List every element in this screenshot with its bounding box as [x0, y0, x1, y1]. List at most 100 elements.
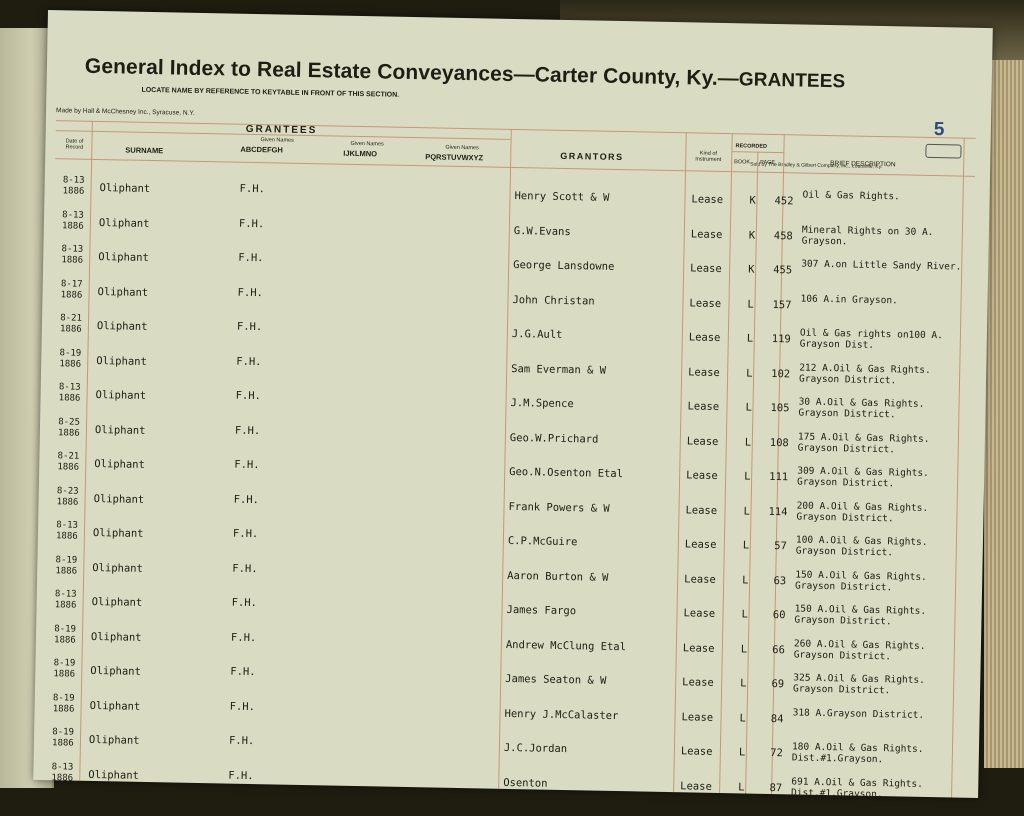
grantee-surname: Oliphant — [90, 630, 142, 644]
record-book: L — [746, 366, 753, 380]
grantor-name: John Christan — [512, 293, 595, 308]
grantee-given-names: F.H. — [239, 182, 266, 196]
brief-description: Oil & Gas Rights. — [802, 189, 900, 203]
grantor-name: Geo.N.Osenton Etal — [509, 465, 624, 481]
header-page: PAGE — [760, 159, 776, 166]
record-page: 452 — [774, 194, 794, 208]
grantee-surname: Oliphant — [94, 423, 146, 437]
grantee-given-names: F.H. — [238, 217, 265, 230]
record-book: L — [746, 332, 754, 345]
grantee-given-names: F.H. — [237, 286, 264, 299]
record-page: 63 — [773, 574, 787, 587]
grantee-given-names: F.H. — [232, 527, 259, 541]
grantee-given-names: F.H. — [234, 424, 261, 437]
grantee-surname: Oliphant — [90, 664, 142, 678]
brief-description: 212 A.Oil & Gas Rights. Grayson District… — [798, 361, 931, 386]
record-date: 8-21 1886 — [59, 313, 83, 335]
grantor-name: J.M.Spence — [510, 396, 574, 411]
brief-description: 175 A.Oil & Gas Rights. Grayson District… — [797, 430, 930, 455]
header-rule-top — [55, 120, 976, 139]
record-book: K — [748, 228, 756, 242]
grantee-surname: Oliphant — [98, 251, 149, 264]
record-date: 8-13 1886 — [58, 382, 81, 404]
header-given-3: PQRSTUVWXYZ — [425, 152, 484, 163]
header-book: BOOK — [734, 159, 751, 166]
instrument-kind: Lease — [688, 331, 721, 344]
grantee-given-names: F.H. — [228, 734, 255, 748]
grantor-name: J.C.Jordan — [503, 741, 568, 756]
grantee-surname: Oliphant — [93, 492, 145, 506]
instrument-kind: Lease — [681, 710, 714, 724]
grantee-given-names: F.H. — [230, 665, 256, 679]
grantee-surname: Oliphant — [89, 699, 141, 713]
instrument-kind: Lease — [689, 296, 722, 310]
instrument-kind: Lease — [682, 676, 714, 689]
record-date: 8-13 1886 — [54, 589, 77, 611]
instrument-kind: Lease — [688, 365, 720, 379]
title-main: General Index to Real Estate Conveyances… — [84, 54, 740, 91]
grantee-given-names: F.H. — [234, 458, 260, 472]
record-book: L — [744, 470, 751, 483]
record-page: 114 — [768, 505, 788, 518]
record-date: 8-19 1886 — [53, 623, 77, 646]
grantee-surname: Oliphant — [91, 595, 143, 609]
instrument-kind: Lease — [684, 538, 717, 551]
grantor-name: Geo.W.Prichard — [509, 431, 599, 446]
record-page: 69 — [771, 678, 785, 691]
header-given-3-label: Given Names — [445, 144, 479, 152]
grantee-surname: Oliphant — [94, 457, 145, 471]
grantor-name: Osenton — [503, 776, 548, 790]
header-given-2-label: Given Names — [350, 140, 384, 148]
record-page: 84 — [770, 712, 784, 725]
record-date: 8-21 1886 — [57, 451, 80, 473]
grantor-name: G.W.Evans — [513, 224, 571, 238]
instrument-kind: Lease — [683, 607, 716, 620]
instrument-kind: Lease — [686, 469, 718, 482]
brief-description: Oil & Gas rights on100 A. Grayson Dist. — [799, 327, 944, 351]
brief-description: 260 A.Oil & Gas Rights. Grayson District… — [793, 637, 926, 662]
header-given-1: ABCDEFGH — [240, 144, 283, 155]
instrument-kind: Lease — [690, 262, 722, 275]
grantor-name: Aaron Burton & W — [507, 569, 609, 584]
record-page: 72 — [770, 747, 783, 760]
grantee-given-names: F.H. — [229, 700, 256, 713]
record-page: 66 — [772, 643, 785, 656]
grantee-given-names: F.H. — [232, 562, 258, 575]
record-book: L — [741, 608, 748, 621]
grantor-name: Frank Powers & W — [508, 500, 610, 515]
grantee-surname: Oliphant — [88, 768, 140, 782]
grantee-given-names: F.H. — [231, 596, 258, 610]
grantor-name: Henry J.McCalaster — [504, 707, 619, 722]
header-given-2: IJKLMNO — [343, 148, 378, 159]
brief-description: 30 A.Oil & Gas Rights. Grayson District. — [798, 396, 925, 421]
brief-description: 318 A.Grayson District. — [792, 706, 925, 721]
record-page: 108 — [769, 436, 789, 449]
record-page: 87 — [769, 781, 783, 794]
grantor-name: James Fargo — [506, 603, 577, 618]
brief-description: 307 A.on Little Sandy River. — [801, 258, 962, 273]
record-page: 105 — [770, 401, 790, 415]
record-book: L — [740, 677, 747, 690]
grantor-name: George Lansdowne — [513, 258, 615, 273]
record-book: L — [742, 539, 750, 552]
record-date: 8-23 1886 — [56, 485, 79, 508]
record-page: 60 — [772, 609, 786, 622]
brief-description: 106 A.in Grayson. — [800, 293, 898, 306]
record-book: L — [742, 573, 749, 587]
header-recorded: RECORDED — [735, 143, 768, 150]
record-book: L — [744, 435, 752, 449]
instrument-kind: Lease — [690, 227, 723, 241]
grantor-name: Sam Everman & W — [511, 362, 607, 377]
grantor-name: C.P.McGuire — [507, 534, 578, 549]
grantee-given-names: F.H. — [238, 251, 264, 265]
record-book: L — [747, 297, 754, 311]
grantee-given-names: F.H. — [235, 389, 262, 403]
grantee-surname: Oliphant — [92, 561, 143, 575]
brief-description: 691 A.Oil & Gas Rights. Dist.#1.Grayson. — [791, 775, 923, 800]
header-grantees: GRANTEES — [245, 123, 318, 137]
grantee-surname: Oliphant — [88, 733, 140, 747]
brief-description: 100 A.Oil & Gas Rights. Grayson District… — [795, 534, 928, 559]
record-book: K — [748, 263, 755, 276]
record-page: 455 — [773, 263, 793, 277]
record-date: 8-13 1886 — [55, 520, 79, 542]
